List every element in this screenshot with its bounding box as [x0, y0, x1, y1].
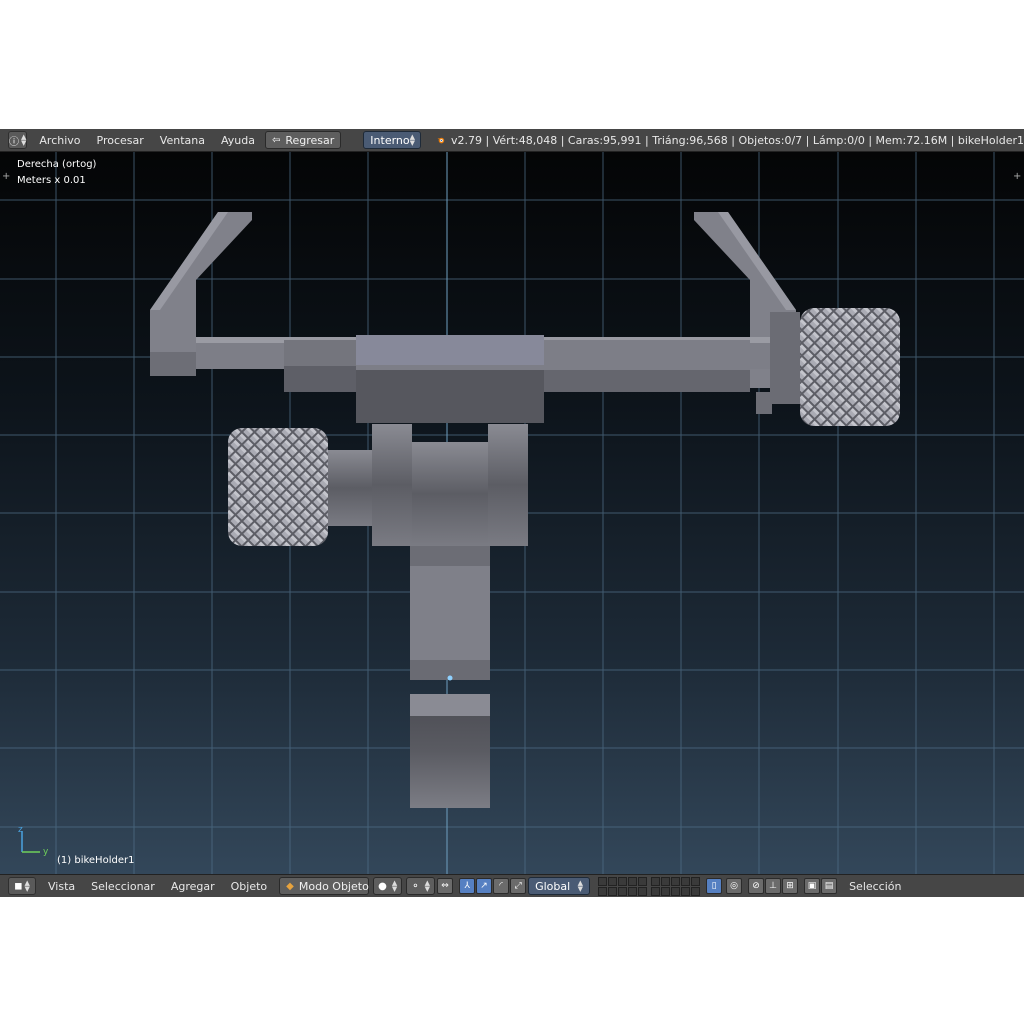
translate-icon[interactable]: ↗	[476, 878, 493, 894]
mode-dropdown[interactable]: ◆ Modo Objeto ▲▼	[279, 877, 379, 895]
updown-icon: ▲▼	[21, 133, 27, 147]
proportional-edit-icon[interactable]: ◎	[726, 878, 743, 894]
render-engine-value: Interno	[370, 133, 410, 147]
pivot-point-dropdown[interactable]: ⚬ ▲ ▼	[406, 877, 436, 895]
updown-icon: ▲▼	[391, 879, 398, 893]
scene-stats: v2.79 | Vért:48,048 | Caras:95,991 | Tri…	[451, 133, 1024, 147]
back-button[interactable]: ⇦ Regresar	[264, 131, 342, 149]
sphere-shading-icon: ●	[378, 880, 387, 892]
3d-view-header: ◼ ▲ ▼ Vista Seleccionar Agregar Objeto ◆ …	[0, 874, 1024, 897]
manipulator-icon[interactable]: ⅄	[459, 878, 476, 894]
back-button-label: Regresar	[285, 133, 335, 147]
object-mode-icon: ◆	[286, 880, 294, 892]
updown-icon: ▲▼	[409, 133, 416, 147]
menu-archivo[interactable]: Archivo	[31, 134, 88, 147]
axis-gizmo	[21, 831, 40, 853]
axis-y-label: y	[43, 847, 49, 857]
mode-value: Modo Objeto	[298, 879, 369, 893]
snap-element-icon[interactable]: ⊥	[765, 878, 782, 894]
selection-label[interactable]: Selección	[841, 880, 909, 893]
menu-vista[interactable]: Vista	[40, 880, 83, 893]
pivot-icon: ⚬	[411, 880, 420, 892]
back-arrow-icon: ⇦	[271, 134, 281, 146]
editor-type-button[interactable]: ◼ ▲ ▼	[8, 877, 36, 895]
corner-plus-left[interactable]: +	[2, 171, 10, 182]
active-object-label: (1) bikeHolder1	[57, 855, 135, 866]
layers-icon-2[interactable]	[651, 876, 701, 896]
info-icon: ⓘ	[9, 136, 19, 148]
corner-plus-right[interactable]: +	[1013, 171, 1021, 182]
rotate-icon[interactable]: ◜	[493, 878, 510, 894]
snap-target-icon[interactable]: ⊞	[782, 878, 799, 894]
3d-viewport[interactable]: z y + + Derecha (ortog) Meters x 0.01 (1…	[0, 152, 1024, 874]
layers-icon[interactable]	[598, 876, 648, 896]
blender-window: ⓘ ▲ ▼ Archivo Procesar Ventana Ayuda ⇦ Re…	[0, 129, 1024, 897]
viewport-scene: z y + +	[0, 152, 1024, 874]
orientation-dropdown[interactable]: Global ▲ ▼	[528, 877, 591, 895]
render-engine-dropdown[interactable]: Interno ▲ ▼	[363, 131, 422, 149]
orientation-value: Global	[535, 879, 571, 893]
scale-icon[interactable]: ⤢	[510, 878, 527, 894]
updown-icon: ▲▼	[577, 879, 584, 893]
axis-z-label: z	[18, 825, 23, 835]
lock-icon[interactable]: ▯	[706, 878, 723, 894]
view-units: Meters x 0.01	[17, 175, 86, 186]
clapper-icon[interactable]: ▤	[821, 878, 838, 894]
updown-icon: ▲▼	[24, 879, 30, 893]
menu-seleccionar[interactable]: Seleccionar	[83, 880, 163, 893]
updown-icon: ▲▼	[424, 879, 431, 893]
snap-icon[interactable]: ⊘	[748, 878, 765, 894]
menu-objeto[interactable]: Objeto	[223, 880, 276, 893]
viewport-shading-dropdown[interactable]: ● ▲ ▼	[373, 877, 403, 895]
view-name: Derecha (ortog)	[17, 159, 97, 170]
blender-logo-icon	[437, 137, 445, 144]
menu-procesar[interactable]: Procesar	[89, 134, 152, 147]
menu-ayuda[interactable]: Ayuda	[213, 134, 263, 147]
editor-type-button[interactable]: ⓘ ▲ ▼	[8, 131, 28, 149]
menu-agregar[interactable]: Agregar	[163, 880, 223, 893]
menu-ventana[interactable]: Ventana	[152, 134, 213, 147]
cube-icon: ◼	[14, 880, 23, 892]
info-header: ⓘ ▲ ▼ Archivo Procesar Ventana Ayuda ⇦ Re…	[0, 129, 1024, 152]
pivot-align-icon[interactable]: ⇔	[437, 878, 454, 894]
render-icon[interactable]: ▣	[804, 878, 821, 894]
